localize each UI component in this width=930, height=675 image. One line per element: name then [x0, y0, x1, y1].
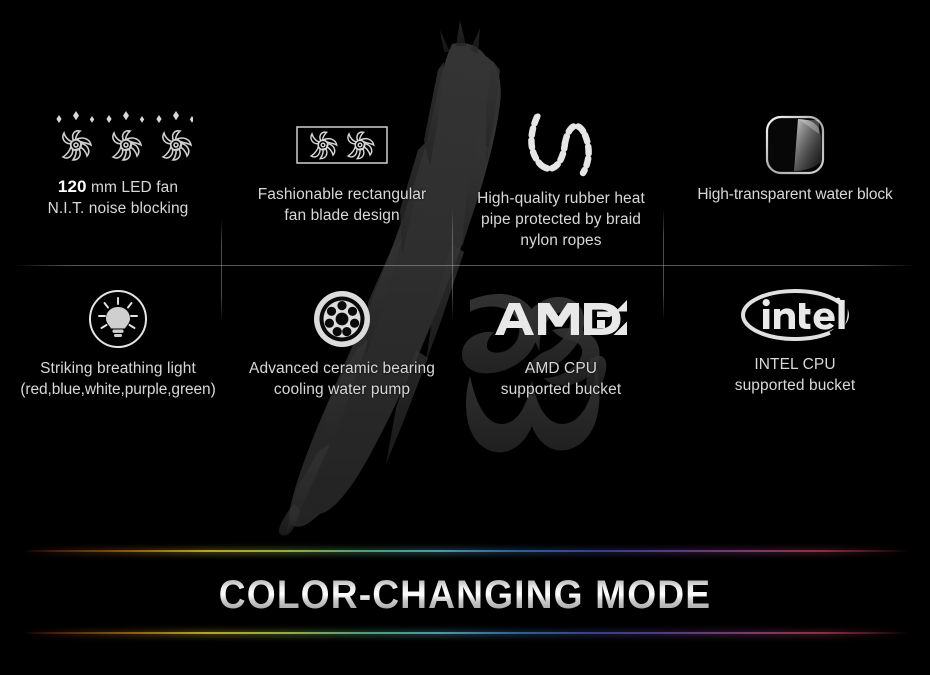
feature-caption-line1: AMD CPU	[524, 360, 598, 377]
feature-caption-line3: nylon ropes	[520, 232, 602, 249]
feature-grid: 120 mm LED fan N.I.T. noise blocking Fas…	[0, 40, 930, 440]
rectangular-dual-fan-icon-wrap	[296, 106, 388, 184]
feature-caption-line1: Fashionable rectangular	[257, 186, 427, 203]
rgb-gradient-line-bottom	[22, 632, 910, 634]
feature-caption-line2: supported bucket	[500, 381, 622, 398]
feature-caption-line1: High-quality rubber heat	[477, 190, 645, 207]
breathing-light-bulb-icon	[89, 290, 147, 348]
triple-led-fan-icon-wrap	[43, 98, 193, 176]
rectangular-dual-fan-icon	[296, 126, 388, 164]
triple-led-fan-icon	[56, 111, 193, 161]
feature-transparent-water-block: High-transparent water block	[679, 106, 911, 205]
feature-rectangular-fan-blade: Fashionable rectangular fan blade design	[226, 106, 458, 226]
feature-amd-cpu-bucket: AMD CPU supported bucket	[445, 280, 677, 400]
breathing-light-bulb-icon-wrap	[87, 280, 149, 358]
product-feature-panel: 120 mm LED fan N.I.T. noise blocking Fas…	[0, 0, 930, 675]
braided-rubber-hose-icon-wrap	[513, 102, 609, 188]
feature-rubber-heat-pipe: High-quality rubber heat pipe protected …	[445, 102, 677, 251]
feature-breathing-light: Striking breathing light (red,blue,white…	[2, 280, 234, 400]
ceramic-bearing-pump-icon	[314, 291, 370, 347]
feature-intel-cpu-bucket: INTEL CPU supported bucket	[679, 276, 911, 396]
transparent-water-block-icon-wrap	[764, 106, 826, 184]
fan-size-unit-label: mm LED fan	[86, 179, 179, 196]
feature-caption-line1: Striking breathing light	[40, 360, 196, 377]
feature-caption-line2: fan blade design	[284, 207, 400, 224]
feature-caption: 120 mm LED fan	[58, 176, 178, 198]
transparent-water-block-icon	[765, 115, 825, 175]
intel-logo-icon	[741, 289, 849, 341]
feature-caption-line1: Advanced ceramic bearing	[249, 360, 435, 377]
feature-120mm-led-fan: 120 mm LED fan N.I.T. noise blocking	[2, 98, 234, 219]
intel-logo-icon-wrap	[739, 276, 851, 354]
feature-caption-line1: INTEL CPU	[754, 356, 836, 373]
feature-caption-line2: pipe protected by braid	[481, 211, 641, 228]
banner-title: COLOR-CHANGING MODE	[33, 573, 898, 618]
feature-caption-line2: N.I.T. noise blocking	[47, 200, 189, 217]
feature-caption-line2: cooling water pump	[273, 381, 411, 398]
feature-caption-line2: supported bucket	[734, 377, 856, 394]
feature-caption-line1: High-transparent water block	[697, 186, 893, 203]
ceramic-bearing-pump-icon-wrap	[311, 280, 373, 358]
feature-ceramic-bearing-pump: Advanced ceramic bearing cooling water p…	[226, 280, 458, 400]
color-changing-mode-banner: COLOR-CHANGING MODE	[0, 540, 930, 675]
amd-logo-icon-wrap	[493, 280, 629, 358]
braided-rubber-hose-icon	[528, 113, 592, 177]
rgb-gradient-line-top	[22, 550, 910, 552]
amd-logo-icon	[495, 300, 627, 335]
fan-size-value: 120	[57, 177, 87, 196]
feature-caption-line2: (red,blue,white,purple,green)	[20, 381, 216, 398]
